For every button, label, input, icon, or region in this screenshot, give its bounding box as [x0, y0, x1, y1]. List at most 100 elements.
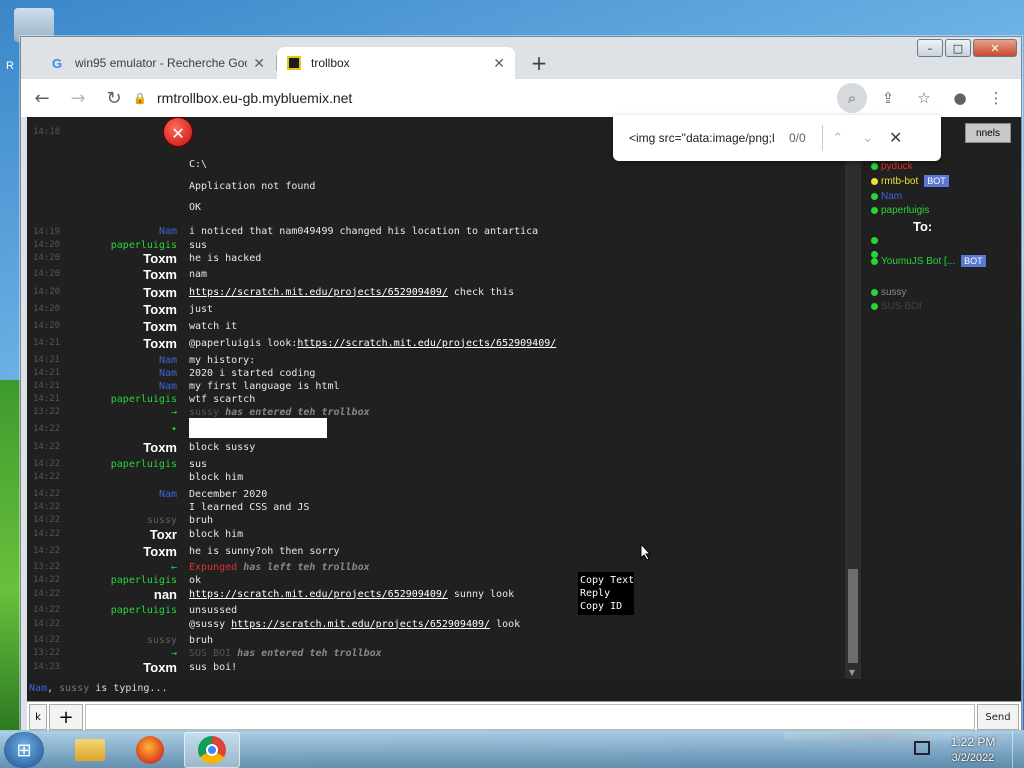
attach-button[interactable]: + [49, 704, 83, 730]
chat-message[interactable]: 14:22 paperluigis unsussed [27, 604, 837, 616]
message-nick[interactable]: paperluigis [63, 575, 185, 586]
chat-message[interactable]: 14:21 Nam my first language is html [27, 380, 837, 392]
user-list-item[interactable]: To: [913, 219, 932, 234]
back-button[interactable]: ← [27, 83, 57, 113]
chat-message[interactable]: 14:22 • [27, 417, 837, 439]
message-nick[interactable]: Toxm [63, 336, 185, 351]
start-button[interactable]: ⊞ [4, 732, 44, 768]
message-nick[interactable]: nan [63, 587, 185, 602]
chat-message[interactable]: 14:22 sussy bruh [27, 514, 837, 526]
tab-trollbox[interactable]: trollbox ✕ [277, 47, 515, 79]
message-nick[interactable]: sussy [63, 515, 185, 526]
new-tab-button[interactable]: + [525, 49, 553, 77]
chat-message[interactable]: 14:22 Toxr block him [27, 527, 837, 542]
message-nick[interactable]: Toxm [63, 440, 185, 455]
forward-button[interactable]: → [63, 83, 93, 113]
chat-message[interactable]: 14:21 paperluigis wtf scartch [27, 393, 837, 405]
scrollbar-thumb[interactable] [848, 569, 858, 663]
close-tab-icon[interactable]: ✕ [253, 55, 265, 72]
chat-message[interactable]: 14:22 Nam December 2020 [27, 488, 837, 500]
message-nick[interactable]: paperluigis [63, 459, 185, 470]
tab-google-search[interactable]: G win95 emulator - Recherche Goo ✕ [39, 47, 275, 79]
clock[interactable]: 1:22 PM 3/2/2022 [940, 734, 1006, 766]
user-list-item[interactable]: Nam [871, 191, 902, 202]
chat-message[interactable]: 14:22 @sussy https://scratch.mit.edu/proj… [27, 617, 837, 631]
close-window-button[interactable]: ✕ [973, 39, 1017, 57]
close-tab-icon[interactable]: ✕ [493, 55, 505, 72]
share-icon[interactable]: ⇪ [873, 83, 903, 113]
channels-button[interactable]: nnels [965, 123, 1011, 143]
chat-message[interactable]: 14:23 Toxm sus boi! [27, 660, 837, 675]
url-text[interactable]: rmtrollbox.eu-gb.mybluemix.net [157, 90, 352, 106]
message-nick[interactable]: sussy [63, 635, 185, 646]
chat-message[interactable]: 14:21 Nam 2020 i started coding [27, 367, 837, 379]
find-next-icon[interactable]: ⌄ [853, 130, 883, 146]
message-link[interactable]: https://scratch.mit.edu/projects/6529094… [189, 287, 448, 298]
message-nick[interactable]: Nam [63, 381, 185, 392]
chat-message[interactable]: 14:20 Toxm watch it [27, 319, 837, 334]
message-nick[interactable]: Toxm [63, 319, 185, 334]
chat-message[interactable]: 14:22 I learned CSS and JS [27, 501, 837, 513]
message-nick[interactable]: Toxm [63, 544, 185, 559]
user-list-item[interactable]: SUS BOI [871, 301, 922, 312]
message-nick[interactable]: Toxm [63, 302, 185, 317]
scroll-down-icon[interactable]: ▼ [849, 668, 855, 677]
menu-item-reply[interactable]: Reply [578, 587, 634, 600]
chat-message[interactable]: 14:21 Nam my history: [27, 354, 837, 366]
menu-item-copy-text[interactable]: Copy Text [578, 574, 634, 587]
find-icon[interactable]: ⌕ [837, 83, 867, 113]
send-button[interactable]: Send [977, 704, 1019, 730]
message-nick[interactable]: Nam [63, 368, 185, 379]
bookmark-star-icon[interactable]: ☆ [909, 83, 939, 113]
maximize-button[interactable]: □ [945, 39, 971, 57]
message-nick[interactable]: Toxm [63, 285, 185, 300]
chat-message[interactable]: OK [27, 198, 837, 216]
message-nick[interactable]: paperluigis [63, 240, 185, 251]
chat-message[interactable]: 14:22 nan https://scratch.mit.edu/projects… [27, 587, 837, 602]
chat-message[interactable]: 14:22 paperluigis sus [27, 458, 837, 470]
user-list-item[interactable]: paperluigis [871, 205, 929, 216]
chat-message[interactable]: 13:22 ← Expunged has left teh trollbox [27, 561, 837, 573]
find-close-icon[interactable]: ✕ [883, 128, 909, 148]
chat-message[interactable]: 14:20 Toxm nam [27, 267, 837, 282]
chat-message[interactable]: 14:20 Toxm just [27, 302, 837, 317]
chat-message[interactable]: 14:20 Toxm he is hacked [27, 251, 837, 266]
chat-message[interactable]: 14:20 Toxm https://scratch.mit.edu/project… [27, 285, 837, 300]
chat-message[interactable]: 14:20 paperluigis sus [27, 239, 837, 251]
chat-message[interactable]: 13:22 → SUS BOI has entered teh trollbox [27, 647, 837, 659]
lock-icon[interactable]: 🔒 [133, 92, 147, 105]
minimize-button[interactable]: – [917, 39, 943, 57]
chat-message[interactable]: 14:22 Toxm he is sunny?oh then sorry [27, 544, 837, 559]
message-nick[interactable]: paperluigis [63, 394, 185, 405]
message-nick[interactable]: → [63, 407, 185, 418]
chat-message[interactable]: 14:19 Nam i noticed that nam049499 changed… [27, 225, 837, 238]
message-link[interactable]: https://scratch.mit.edu/projects/6529094… [231, 619, 490, 630]
message-nick[interactable]: • [63, 424, 185, 435]
chat-message[interactable]: Application not found [27, 177, 837, 195]
message-nick[interactable]: Nam [63, 226, 185, 237]
chat-scrollbar[interactable]: ▼ [845, 117, 861, 679]
message-input[interactable] [85, 704, 975, 730]
message-link[interactable]: https://scratch.mit.edu/projects/6529094… [189, 589, 448, 600]
profile-icon[interactable]: ● [945, 83, 975, 113]
chat-message[interactable]: 13:22 → sussy has entered teh trollbox [27, 406, 837, 418]
message-nick[interactable]: Nam [63, 355, 185, 366]
message-nick[interactable]: → [63, 648, 185, 659]
message-nick[interactable]: ← [63, 562, 185, 573]
find-input[interactable]: <img src="data:image/png;l [629, 131, 775, 145]
find-prev-icon[interactable]: ⌃ [823, 130, 853, 146]
reload-button[interactable]: ↻ [99, 83, 129, 113]
menu-kebab-icon[interactable]: ⋮ [981, 83, 1011, 113]
user-list-item[interactable]: pyduck [871, 161, 913, 172]
k-button[interactable]: k [29, 704, 47, 730]
user-list-item[interactable]: YoumuJS Bot [... BOT [871, 255, 986, 267]
chat-message[interactable]: 14:22 block him [27, 471, 837, 483]
message-nick[interactable]: Toxm [63, 251, 185, 266]
chat-message[interactable]: 14:21 Toxm @paperluigis look:https://scrat… [27, 336, 837, 351]
user-list-item[interactable]: rmtb-bot BOT [871, 175, 949, 187]
message-nick[interactable]: Toxm [63, 660, 185, 675]
chat-message[interactable]: 14:22 Toxm block sussy [27, 440, 837, 455]
show-desktop-button[interactable] [1012, 731, 1024, 768]
message-nick[interactable]: Nam [63, 489, 185, 500]
message-nick[interactable]: paperluigis [63, 605, 185, 616]
